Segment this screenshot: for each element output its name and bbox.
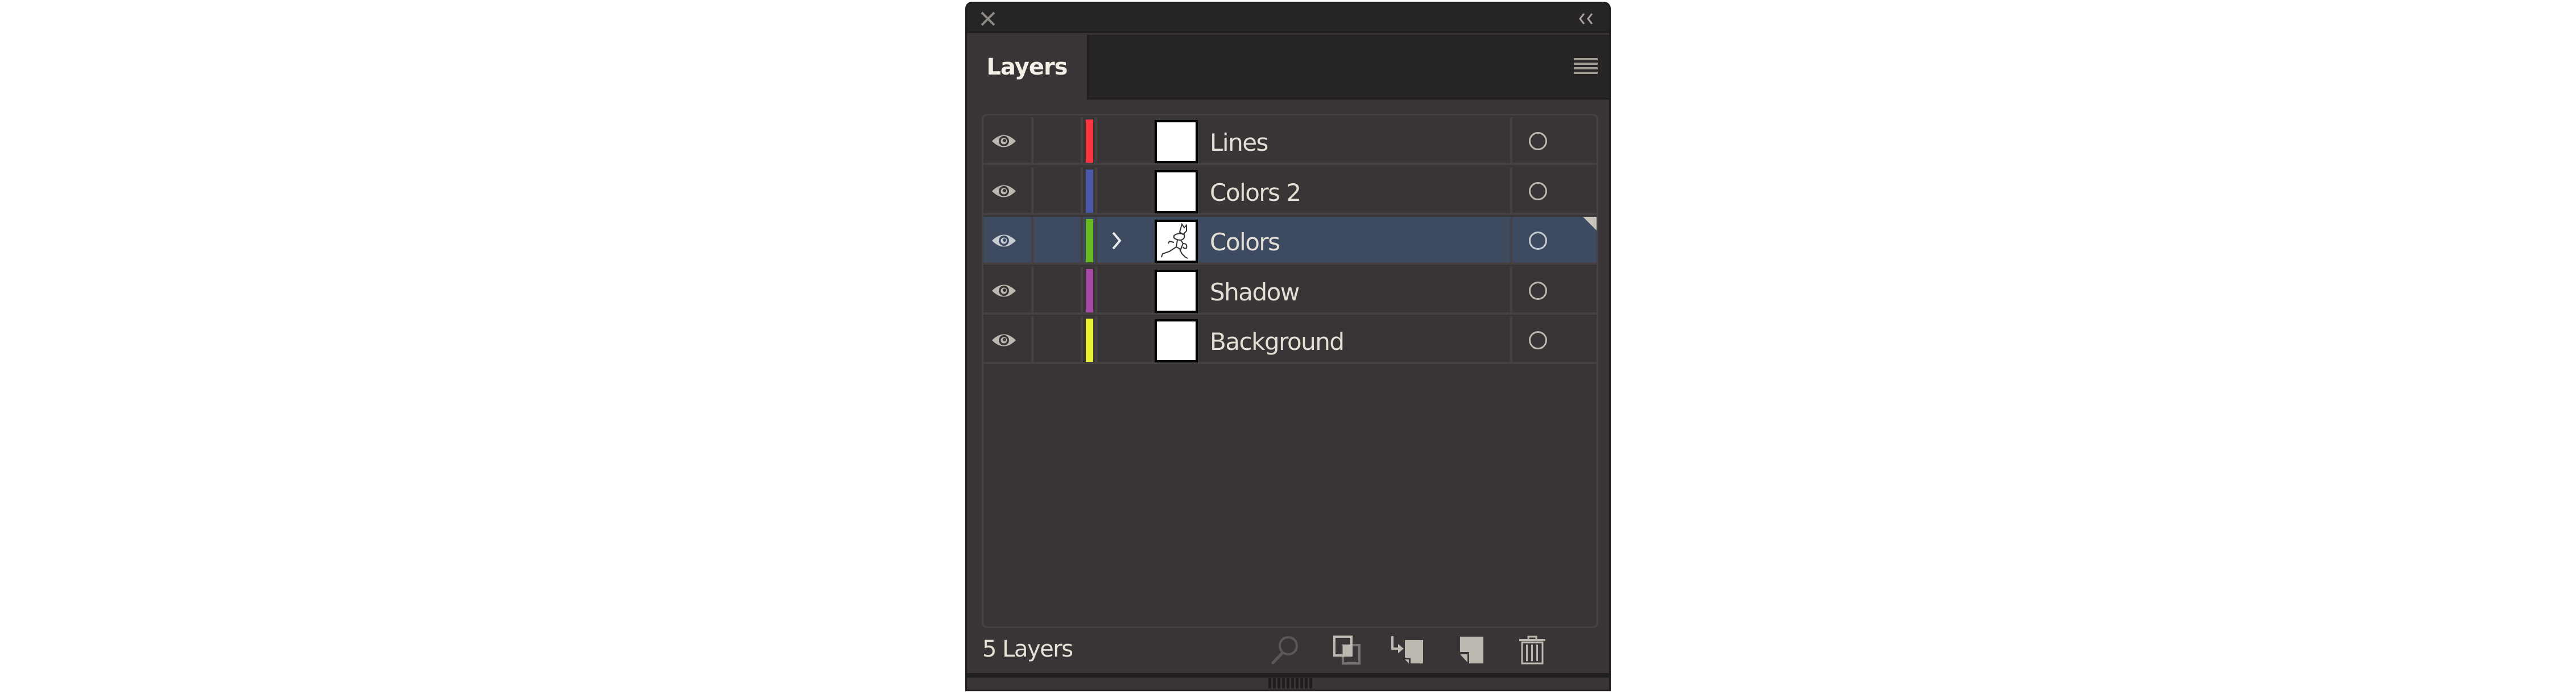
- lock-toggle[interactable]: [1033, 117, 1082, 165]
- eye-icon: [991, 185, 1017, 202]
- layer-color-swatch: [1086, 169, 1093, 213]
- delete-selection-button[interactable]: [1519, 635, 1546, 665]
- layer-thumbnail: [1155, 220, 1198, 263]
- column-separator: [1081, 266, 1083, 312]
- column-separator: [1081, 217, 1083, 262]
- layer-thumbnail: [1155, 120, 1198, 163]
- layer-thumbnail: [1155, 319, 1198, 362]
- panel-footer: 5 Layers: [967, 628, 1609, 674]
- target-circle-icon[interactable]: [1529, 232, 1547, 250]
- eye-icon: [991, 334, 1017, 351]
- search-icon: [1271, 636, 1298, 665]
- panel-menu-button[interactable]: [1574, 58, 1598, 75]
- column-separator: [1510, 266, 1512, 312]
- new-sublayer-icon: [1391, 636, 1423, 663]
- column-separator: [1510, 117, 1512, 163]
- layer-thumbnail: [1155, 170, 1198, 213]
- column-separator: [1081, 167, 1083, 213]
- layer-name[interactable]: Lines: [1210, 117, 1268, 165]
- panel-bottom-divider: [967, 673, 1609, 678]
- panel-tab-row: Layers: [967, 35, 1609, 100]
- column-separator: [1081, 117, 1083, 163]
- collapse-panel-button[interactable]: [1578, 11, 1595, 26]
- layers-panel: Layers Lines Colors 2 Colors Shadow Back…: [965, 2, 1611, 691]
- panel-titlebar[interactable]: [967, 3, 1609, 33]
- double-chevron-left-icon: [1579, 13, 1593, 24]
- locate-object-button[interactable]: [1270, 635, 1301, 665]
- layer-thumbnail: [1155, 269, 1198, 313]
- layer-name[interactable]: Colors 2: [1210, 167, 1301, 215]
- target-circle-icon[interactable]: [1529, 182, 1547, 200]
- visibility-toggle[interactable]: [991, 183, 1017, 200]
- visibility-toggle[interactable]: [991, 232, 1017, 249]
- lock-toggle[interactable]: [1033, 217, 1082, 265]
- layer-name[interactable]: Colors: [1210, 217, 1280, 265]
- new-layer-icon: [1460, 637, 1483, 663]
- column-separator: [1510, 217, 1512, 262]
- column-separator: [1095, 316, 1097, 362]
- lock-toggle[interactable]: [1033, 167, 1082, 215]
- layer-color-swatch: [1086, 219, 1093, 262]
- expand-layer-button[interactable]: [1109, 229, 1126, 252]
- layer-row[interactable]: Colors 2: [983, 167, 1597, 215]
- make-clipping-mask-button[interactable]: [1333, 635, 1361, 665]
- column-separator: [1510, 316, 1512, 362]
- close-panel-button[interactable]: [979, 10, 997, 27]
- eye-icon: [991, 135, 1017, 152]
- create-new-layer-button[interactable]: [1459, 635, 1485, 665]
- visibility-toggle[interactable]: [991, 133, 1017, 150]
- target-circle-icon[interactable]: [1529, 281, 1547, 300]
- create-sublayer-button[interactable]: [1390, 635, 1424, 665]
- close-icon: [981, 11, 995, 26]
- target-circle-icon[interactable]: [1529, 331, 1547, 349]
- layer-color-swatch: [1086, 119, 1093, 163]
- visibility-toggle[interactable]: [991, 332, 1017, 349]
- column-separator: [1510, 167, 1512, 213]
- trash-icon: [1519, 636, 1545, 665]
- chevron-right-icon: [1112, 232, 1122, 250]
- selection-indicator-icon: [1583, 217, 1597, 230]
- column-separator: [1095, 266, 1097, 312]
- layers-list[interactable]: Lines Colors 2 Colors Shadow Background: [982, 114, 1598, 628]
- tab-layers[interactable]: Layers: [967, 35, 1087, 100]
- tab-bar-empty-area: [1087, 35, 1609, 100]
- layer-row[interactable]: Colors: [983, 217, 1597, 265]
- eye-icon: [991, 284, 1017, 302]
- character-sketch-thumbnail: [1157, 222, 1196, 261]
- resize-gripper[interactable]: [1268, 678, 1314, 688]
- clipping-mask-icon: [1333, 636, 1361, 665]
- target-circle-icon[interactable]: [1529, 132, 1547, 150]
- eye-icon: [991, 234, 1017, 251]
- column-separator: [1095, 167, 1097, 213]
- layer-row[interactable]: Lines: [983, 117, 1597, 165]
- layer-row[interactable]: Background: [983, 316, 1597, 364]
- column-separator: [1081, 316, 1083, 362]
- hamburger-menu-icon: [1574, 58, 1598, 74]
- column-separator: [1095, 117, 1097, 163]
- tab-layers-label: Layers: [986, 54, 1068, 80]
- column-separator: [1095, 217, 1097, 262]
- layer-name[interactable]: Background: [1210, 316, 1345, 364]
- lock-toggle[interactable]: [1033, 267, 1082, 315]
- lock-toggle[interactable]: [1033, 316, 1082, 364]
- layer-color-swatch: [1086, 319, 1093, 362]
- layer-count: 5 Layers: [982, 636, 1073, 662]
- layer-color-swatch: [1086, 269, 1093, 312]
- layer-row[interactable]: Shadow: [983, 266, 1597, 315]
- visibility-toggle[interactable]: [991, 282, 1017, 299]
- layer-name[interactable]: Shadow: [1210, 267, 1300, 315]
